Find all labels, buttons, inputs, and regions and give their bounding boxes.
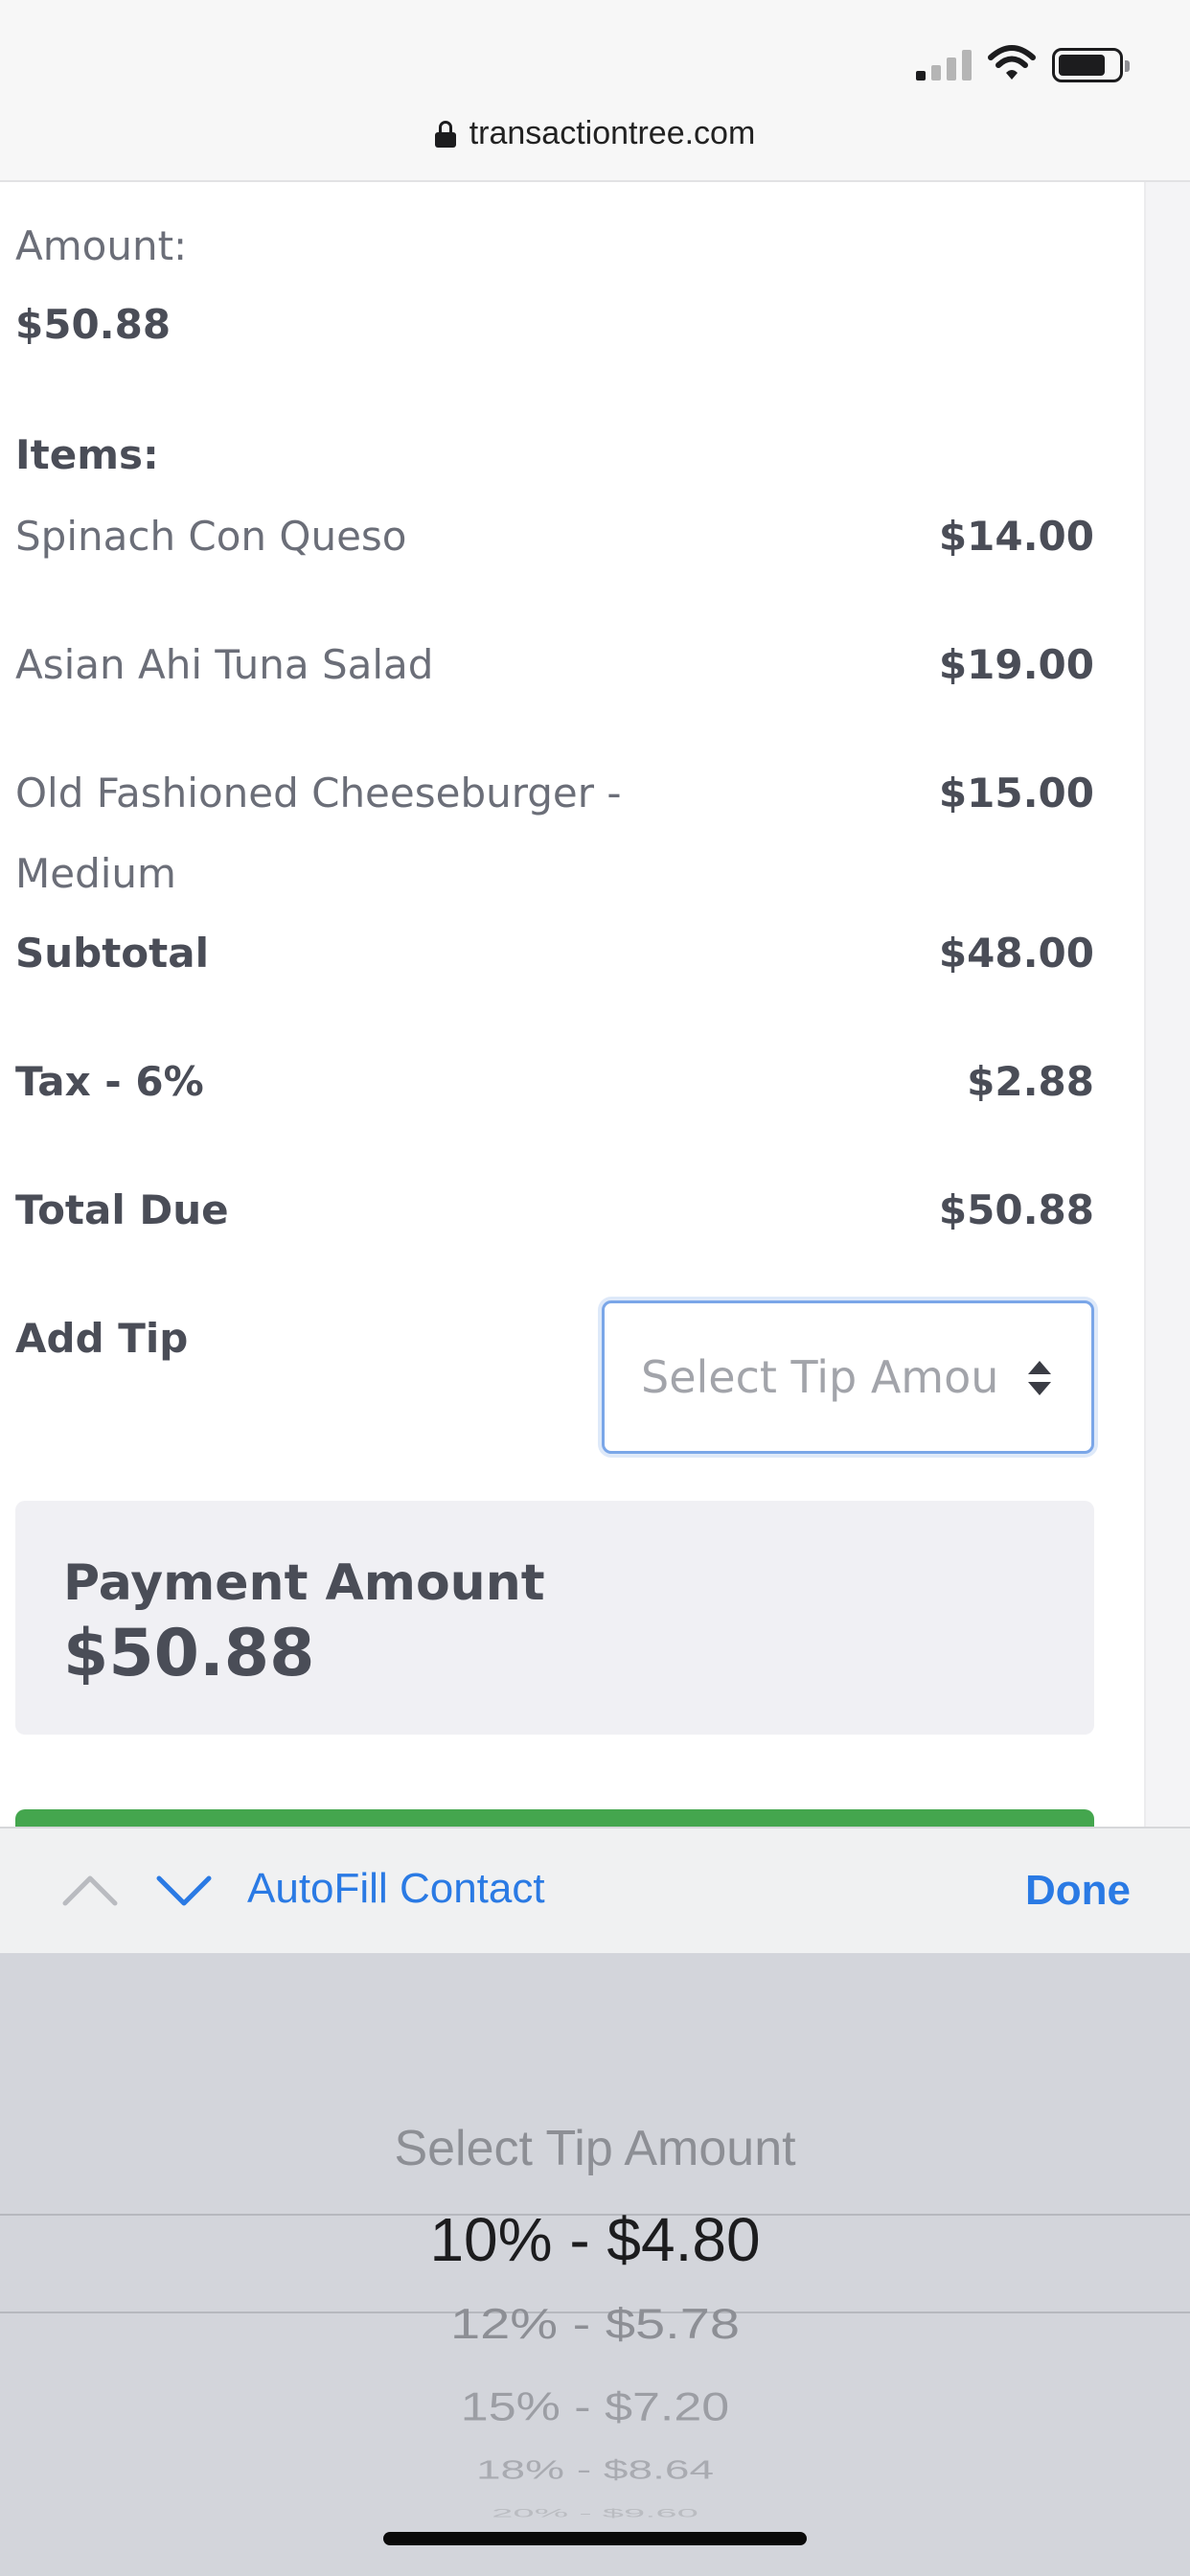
chevron-up-icon[interactable] bbox=[61, 1871, 119, 1909]
payment-amount-box: Payment Amount $50.88 bbox=[15, 1501, 1094, 1735]
chevron-down-icon[interactable] bbox=[155, 1873, 213, 1911]
list-item: Asian Ahi Tuna Salad $19.00 bbox=[15, 625, 1094, 705]
keyboard-toolbar: AutoFill Contact Done bbox=[0, 1827, 1190, 1953]
tip-select-placeholder: Select Tip Amou bbox=[641, 1351, 999, 1403]
picker-option[interactable]: 12% - $5.78 bbox=[0, 2299, 1190, 2349]
wifi-icon bbox=[987, 44, 1037, 82]
amount-label: Amount: bbox=[15, 222, 188, 269]
payment-amount-label: Payment Amount bbox=[63, 1554, 545, 1612]
picker-option[interactable]: 18% - $8.64 bbox=[0, 2454, 1190, 2485]
picker-option[interactable]: Select Tip Amount bbox=[0, 2120, 1190, 2177]
subtotal-label: Subtotal bbox=[15, 930, 209, 977]
item-price: $15.00 bbox=[938, 770, 1094, 816]
list-item: Spinach Con Queso $14.00 bbox=[15, 496, 1094, 577]
subtotal-value: $48.00 bbox=[938, 930, 1094, 977]
picker-option[interactable]: 20% - $9.60 bbox=[0, 2507, 1190, 2520]
page-scrollbar[interactable] bbox=[1144, 182, 1190, 1827]
picker-option-selected[interactable]: 10% - $4.80 bbox=[0, 2204, 1190, 2275]
items-label: Items: bbox=[15, 431, 159, 478]
cellular-signal-icon bbox=[916, 50, 972, 80]
tax-row: Tax - 6% $2.88 bbox=[15, 1042, 1094, 1122]
browser-address-bar[interactable]: transactiontree.com bbox=[0, 107, 1190, 182]
total-value: $50.88 bbox=[938, 1186, 1094, 1233]
total-row: Total Due $50.88 bbox=[15, 1170, 1094, 1251]
status-bar bbox=[0, 0, 1190, 115]
select-arrows-icon bbox=[1028, 1361, 1051, 1399]
home-indicator[interactable] bbox=[383, 2532, 807, 2545]
payment-amount-value: $50.88 bbox=[63, 1616, 315, 1691]
tax-label: Tax - 6% bbox=[15, 1058, 204, 1105]
item-name: Spinach Con Queso bbox=[15, 513, 407, 560]
battery-icon bbox=[1052, 48, 1130, 82]
item-price: $14.00 bbox=[938, 513, 1094, 560]
add-tip-label: Add Tip bbox=[15, 1315, 189, 1362]
url-text: transactiontree.com bbox=[469, 115, 756, 151]
tax-value: $2.88 bbox=[967, 1058, 1094, 1105]
tip-picker-wheel[interactable]: Select Tip Amount 10% - $4.80 12% - $5.7… bbox=[0, 1953, 1190, 2576]
autofill-contact-button[interactable]: AutoFill Contact bbox=[247, 1865, 545, 1913]
picker-option[interactable]: 15% - $7.20 bbox=[0, 2384, 1190, 2430]
amount-value: $50.88 bbox=[15, 301, 172, 348]
item-name: Asian Ahi Tuna Salad bbox=[15, 641, 434, 688]
item-price: $19.00 bbox=[938, 641, 1094, 688]
total-label: Total Due bbox=[15, 1186, 229, 1233]
done-button[interactable]: Done bbox=[1025, 1867, 1131, 1915]
list-item: Old Fashioned Cheeseburger - Medium $15.… bbox=[15, 753, 1094, 914]
lock-icon bbox=[434, 120, 456, 148]
subtotal-row: Subtotal $48.00 bbox=[15, 913, 1094, 994]
item-name: Old Fashioned Cheeseburger - Medium bbox=[15, 770, 622, 897]
tip-amount-select[interactable]: Select Tip Amou bbox=[602, 1300, 1094, 1454]
